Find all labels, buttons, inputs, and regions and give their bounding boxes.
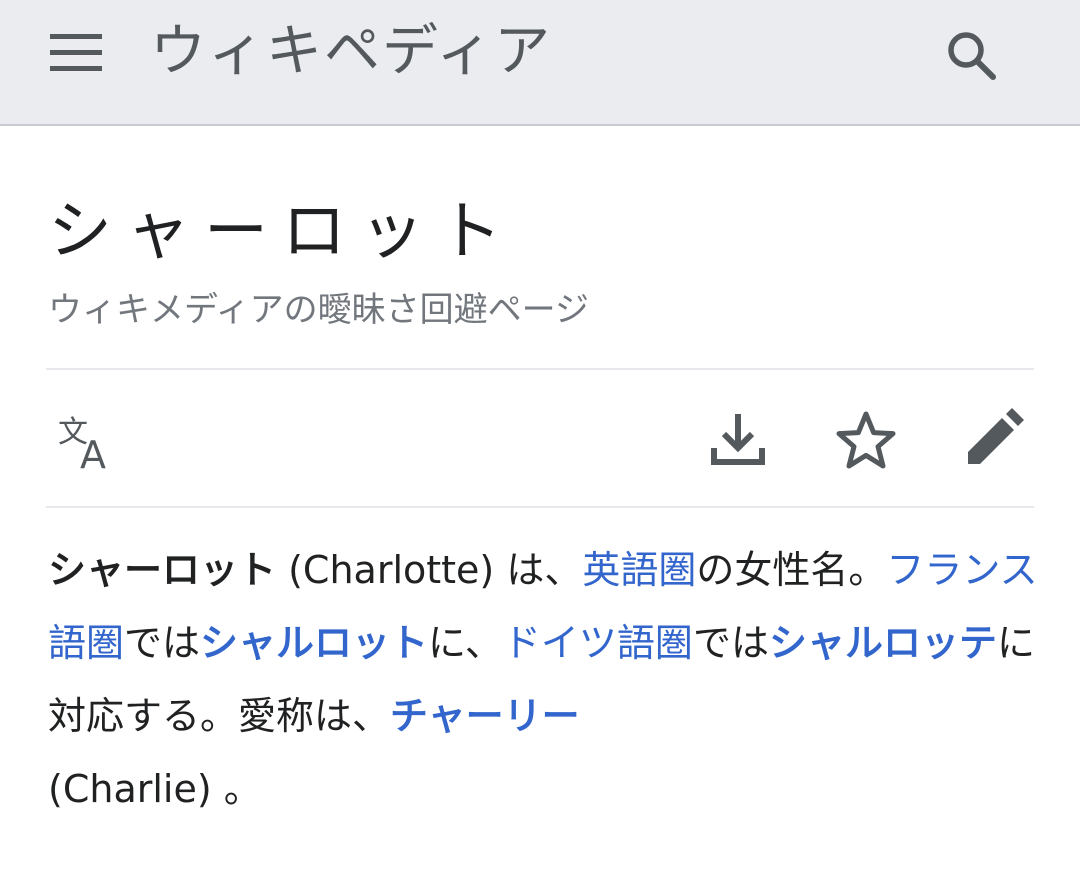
text: (Charlotte) は、 xyxy=(276,548,583,592)
link-charlie[interactable]: チャーリー xyxy=(390,694,580,738)
text: (Charlie) 。 xyxy=(48,767,262,811)
text: の女性名。 xyxy=(696,548,887,592)
link-charlotte-fr[interactable]: シャルロット xyxy=(200,621,428,665)
page-title: シャーロット xyxy=(48,195,516,269)
top-bar: ウィキペディア xyxy=(0,0,1080,126)
star-icon[interactable] xyxy=(834,408,898,472)
text: では xyxy=(692,621,769,665)
download-icon[interactable] xyxy=(706,408,770,472)
search-icon[interactable] xyxy=(940,24,1000,84)
divider xyxy=(46,368,1034,370)
link-german-sphere[interactable]: ドイツ語圏 xyxy=(503,621,693,665)
bold-term: シャーロット xyxy=(48,548,277,592)
svg-text:A: A xyxy=(80,433,106,476)
link-charlotte-de[interactable]: シャルロッテ xyxy=(769,621,997,665)
link-english-sphere[interactable]: 英語圏 xyxy=(582,548,696,592)
article-lead-paragraph: シャーロット (Charlotte) は、英語圏の女性名。フランス語圏ではシャル… xyxy=(48,534,1038,826)
text: では xyxy=(124,621,201,665)
menu-icon[interactable] xyxy=(46,26,106,76)
divider xyxy=(46,506,1034,508)
edit-pencil-icon[interactable] xyxy=(962,406,1026,470)
text: に、 xyxy=(428,621,503,665)
wikipedia-logo[interactable]: ウィキペディア xyxy=(150,16,552,88)
translate-icon[interactable]: 文 A xyxy=(54,412,118,476)
page-description: ウィキメディアの曖昧さ回避ページ xyxy=(48,290,589,330)
